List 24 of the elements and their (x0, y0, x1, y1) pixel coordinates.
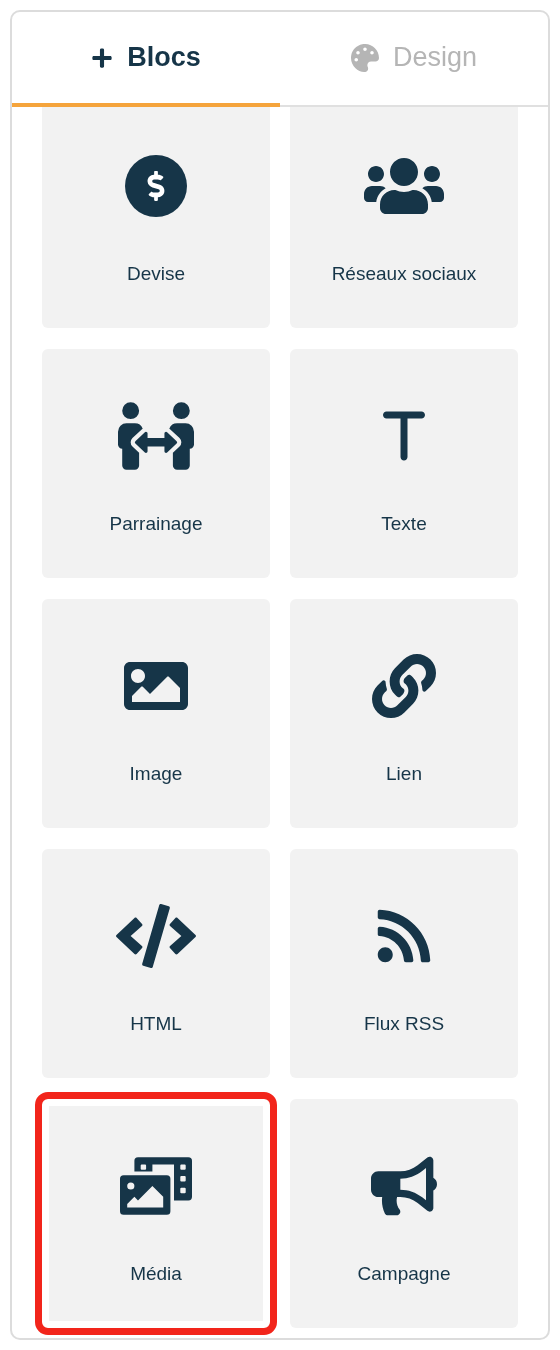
block-card[interactable]: Image (42, 599, 270, 828)
tab-label: Blocs (127, 42, 201, 73)
block-card[interactable]: Parrainage (42, 349, 270, 578)
block-label: Campagne (357, 1263, 451, 1285)
block-label: Texte (381, 513, 427, 535)
block-card[interactable]: Réseaux sociaux (290, 107, 518, 328)
block-card[interactable]: Flux RSS (290, 849, 518, 1078)
block-label: Lien (386, 763, 422, 785)
block-label: Parrainage (109, 513, 203, 535)
block-label: Réseaux sociaux (331, 263, 477, 285)
block-label: Média (130, 1263, 182, 1285)
block-label: Flux RSS (363, 1013, 445, 1035)
block-label: Image (129, 763, 183, 785)
tab-label: Design (392, 42, 477, 73)
plus-icon (91, 46, 114, 69)
palette-icon (350, 43, 379, 72)
block-card[interactable]: Lien (290, 599, 518, 828)
block-card[interactable]: Texte (290, 349, 518, 578)
block-card[interactable]: HTML (42, 849, 270, 1078)
block-label: HTML (130, 1013, 182, 1035)
link-icon (372, 654, 436, 718)
block-card[interactable]: Campagne (290, 1099, 518, 1328)
block-label: Devise (126, 263, 186, 285)
block-card[interactable]: Devise (42, 107, 270, 328)
